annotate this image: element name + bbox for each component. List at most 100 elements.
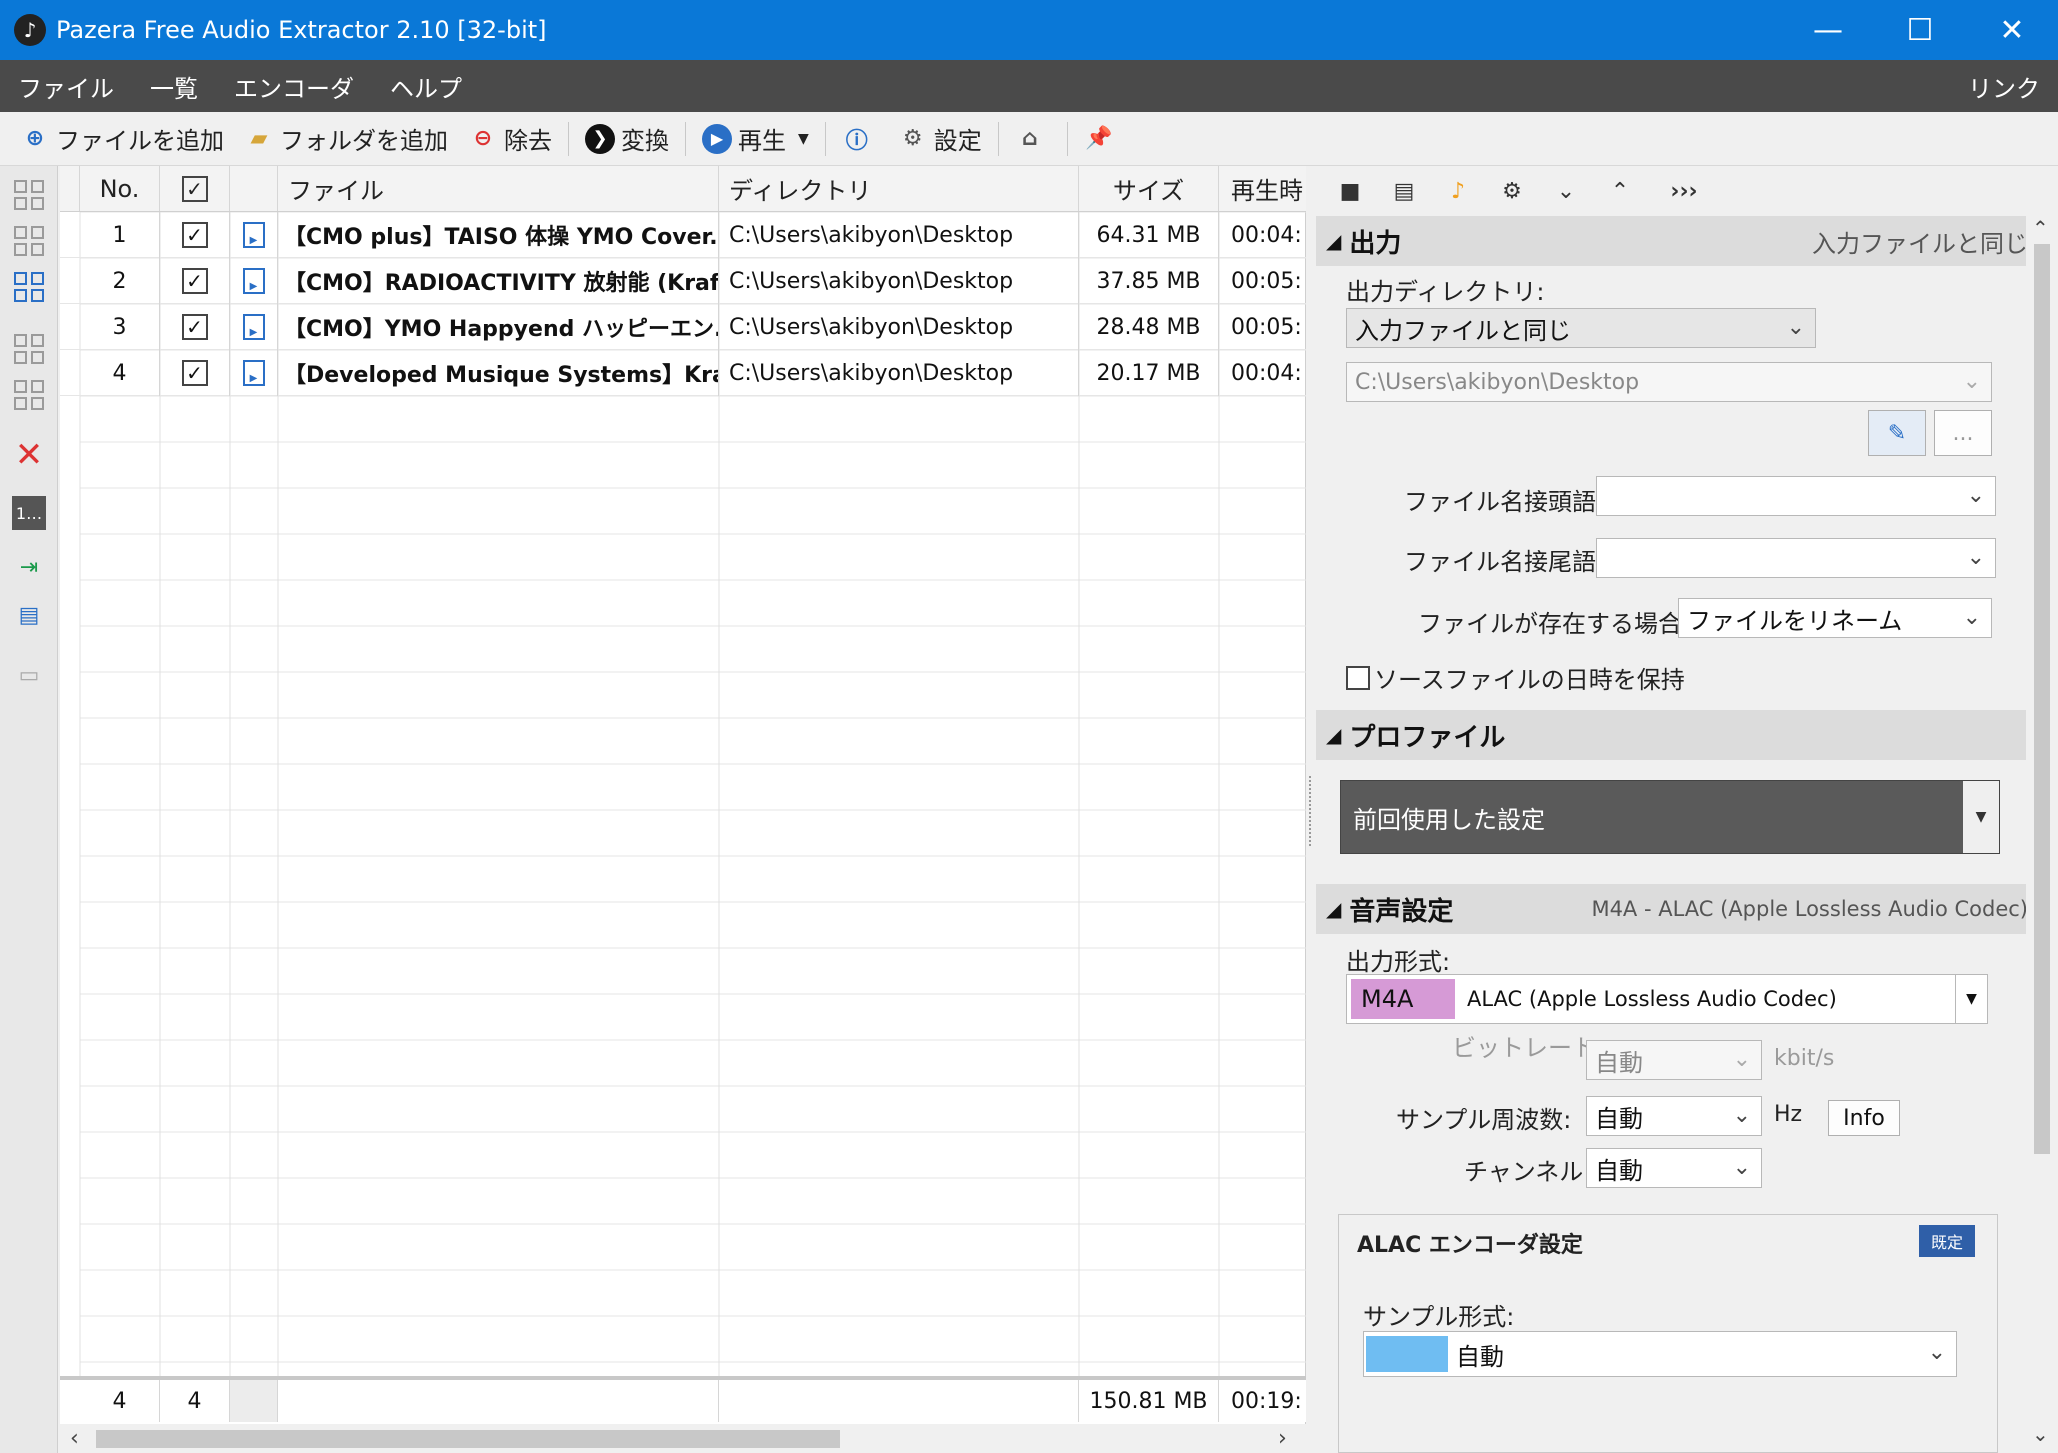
invert-selection-icon[interactable] (12, 270, 46, 304)
table-row[interactable]: 4 ✓ ▶ 【Developed Musique Systems】Kraftw.… (60, 350, 1306, 396)
output-section-header[interactable]: ◢ 出力 入力ファイルと同じ (1316, 216, 2042, 266)
prefix-input[interactable]: ⌄ (1596, 476, 1996, 516)
row-checkbox[interactable]: ✓ (181, 314, 208, 340)
collapse-all-icon[interactable]: ⌄ (1546, 179, 1586, 204)
export-list-icon[interactable]: ▤ (12, 598, 46, 632)
numbering-icon[interactable]: 1… (12, 496, 46, 530)
edit-path-button[interactable]: ✎ (1868, 410, 1926, 456)
scrollbar-thumb[interactable] (2034, 244, 2050, 1154)
document-icon[interactable]: ▤ (1384, 179, 1424, 204)
check-all-icon[interactable] (12, 332, 46, 366)
remove-all-icon[interactable]: ✕ (12, 435, 46, 475)
menu-help[interactable]: ヘルプ (372, 69, 480, 104)
home-button[interactable]: ⌂ (1005, 117, 1061, 161)
format-label: 出力形式: (1346, 948, 1451, 976)
table-row[interactable]: 3 ✓ ▶ 【CMO】YMO Happyend ハッピーエン... C:\Use… (60, 304, 1306, 350)
convert-label: 変換 (621, 127, 669, 155)
keep-date-checkbox[interactable]: ソースファイルの日時を保持 (1346, 660, 1685, 695)
panel-splitter[interactable] (1306, 166, 1316, 1453)
remove-button[interactable]: ⊖ 除去 (458, 117, 562, 161)
folder-icon[interactable]: ■ (1330, 179, 1370, 204)
uncheck-all-icon[interactable] (12, 378, 46, 412)
suffix-input[interactable]: ⌄ (1596, 538, 1996, 578)
output-dir-path-input[interactable]: C:\Users\akibyon\Desktop ⌄ (1346, 362, 1992, 402)
output-dir-mode-select[interactable]: 入力ファイルと同じ ⌄ (1346, 308, 1816, 348)
header-no[interactable]: No. (80, 166, 160, 211)
scroll-right-icon[interactable]: › (1278, 1426, 1287, 1451)
music-note-icon[interactable]: ♪ (1438, 179, 1478, 204)
add-folder-button[interactable]: ▰ フォルダを追加 (234, 117, 458, 161)
profile-section-header[interactable]: ◢ プロファイル (1316, 710, 2042, 760)
samplerate-label: サンプル周波数: (1396, 1106, 1572, 1134)
close-button[interactable]: ✕ (1966, 0, 2058, 60)
menu-list[interactable]: 一覧 (132, 69, 216, 104)
pin-button[interactable]: 📌 (1074, 117, 1130, 161)
header-check[interactable]: ✓ (160, 166, 230, 211)
audio-section-header[interactable]: ◢ 音声設定 M4A - ALAC (Apple Lossless Audio … (1316, 884, 2042, 934)
add-files-button[interactable]: ⊕ ファイルを追加 (10, 117, 234, 161)
list-footer: 4 4 150.81 MB 00:19: (60, 1376, 1306, 1422)
row-check[interactable]: ✓ (160, 304, 230, 350)
import-list-icon[interactable]: ⇥ (12, 550, 46, 584)
footer-empty (719, 1380, 1079, 1422)
header-size[interactable]: サイズ (1079, 166, 1219, 211)
settings-vertical-scrollbar[interactable]: ⌃ ⌄ (2026, 214, 2058, 1453)
prefix-label: ファイル名接頭語: (1404, 488, 1605, 516)
settings-button[interactable]: ⚙ 設定 (888, 117, 992, 161)
menu-encoder[interactable]: エンコーダ (216, 69, 372, 104)
scrollbar-thumb[interactable] (96, 1430, 840, 1448)
checkbox-box[interactable] (1346, 665, 1370, 690)
file-info-button[interactable]: ⓘ (832, 117, 888, 161)
expand-all-icon[interactable]: ⌃ (1600, 179, 1640, 204)
samplerate-select[interactable]: 自動 ⌄ (1586, 1096, 1762, 1136)
samplerate-value: 自動 (1595, 1104, 1643, 1133)
header-file[interactable]: ファイル (278, 166, 719, 211)
play-dropdown-icon[interactable]: ▼ (798, 131, 809, 147)
row-check[interactable]: ✓ (160, 212, 230, 258)
minimize-button[interactable]: — (1782, 0, 1874, 60)
menu-link[interactable]: リンク (1950, 69, 2058, 104)
more-icon[interactable]: ››› (1654, 179, 1714, 204)
profile-select[interactable]: 前回使用した設定 ▼ (1340, 780, 2000, 854)
header-checkbox[interactable]: ✓ (181, 175, 208, 202)
channels-select[interactable]: 自動 ⌄ (1586, 1148, 1762, 1188)
row-check[interactable]: ✓ (160, 258, 230, 304)
maximize-button[interactable]: ☐ (1874, 0, 1966, 60)
sample-format-select[interactable]: 自動 ⌄ (1363, 1331, 1957, 1377)
gear-icon[interactable]: ⚙ (1492, 179, 1532, 204)
row-checkbox[interactable]: ✓ (181, 360, 208, 386)
bitrate-select[interactable]: 自動 ⌄ (1586, 1040, 1762, 1080)
row-check[interactable]: ✓ (160, 350, 230, 396)
chevron-down-icon: ⌄ (1962, 605, 1981, 630)
info-button[interactable]: Info (1828, 1100, 1900, 1136)
row-directory: C:\Users\akibyon\Desktop (719, 258, 1079, 304)
row-duration: 00:05: (1231, 268, 1302, 294)
chevron-down-icon: ⌄ (1962, 369, 1981, 394)
table-row[interactable]: 1 ✓ ▶ 【CMO plus】TAISO 体操 YMO Cover.w... … (60, 212, 1306, 258)
scroll-down-icon[interactable]: ⌄ (2032, 1422, 2049, 1446)
output-section-note: 入力ファイルと同じ (1812, 229, 2028, 258)
open-folder-icon[interactable]: ▭ (12, 658, 46, 692)
select-all-icon[interactable] (12, 178, 46, 212)
row-checkbox[interactable]: ✓ (181, 268, 208, 294)
format-select[interactable]: M4A ALAC (Apple Lossless Audio Codec) ▼ (1346, 974, 1988, 1024)
menu-file[interactable]: ファイル (0, 69, 132, 104)
scroll-left-icon[interactable]: ‹ (70, 1426, 79, 1451)
toolbar-separator (1066, 121, 1068, 156)
chevron-down-icon: ⌄ (1966, 545, 1985, 570)
play-button[interactable]: ▶ 再生 ▼ (692, 117, 819, 161)
table-row[interactable]: 2 ✓ ▶ 【CMO】RADIOACTIVITY 放射能 (Kraft... C… (60, 258, 1306, 304)
left-toolbar: ✕ 1… ⇥ ▤ ▭ (0, 166, 58, 1453)
default-button[interactable]: 既定 (1919, 1225, 1975, 1257)
file-exists-select[interactable]: ファイルをリネーム ⌄ (1678, 598, 1992, 638)
menu-bar: ファイル 一覧 エンコーダ ヘルプ リンク (0, 60, 2058, 112)
add-files-label: ファイルを追加 (56, 127, 224, 155)
convert-button[interactable]: ❯ 変換 (575, 117, 679, 161)
horizontal-scrollbar[interactable]: ‹ › (60, 1424, 1306, 1453)
select-none-icon[interactable] (12, 224, 46, 258)
row-checkbox[interactable]: ✓ (181, 222, 208, 248)
header-directory[interactable]: ディレクトリ (719, 166, 1079, 211)
scroll-up-icon[interactable]: ⌃ (2032, 216, 2049, 240)
browse-button[interactable]: ... (1934, 410, 1992, 456)
header-duration[interactable]: 再生時 (1219, 166, 1306, 211)
